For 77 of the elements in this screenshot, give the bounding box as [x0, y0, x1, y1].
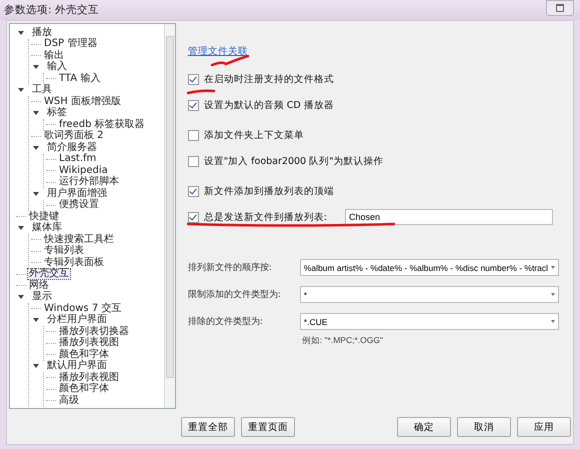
- hint-text: 例如: "*.MPC;*.OGG": [302, 335, 384, 347]
- tree-item[interactable]: 输入: [45, 61, 69, 74]
- tree-item[interactable]: Last.fm: [57, 153, 98, 166]
- tree-item[interactable]: 播放列表视图: [57, 337, 121, 350]
- tree-item[interactable]: 简介服务器: [45, 142, 99, 154]
- checkbox[interactable]: [188, 74, 199, 84]
- tree-item[interactable]: Wikipedia: [57, 164, 110, 177]
- tree-item[interactable]: 标签: [45, 107, 69, 120]
- tree-item[interactable]: 默认用户界面: [45, 360, 109, 372]
- tree-item[interactable]: 播放列表切换器: [57, 326, 131, 338]
- tree-item[interactable]: 工具: [30, 84, 54, 96]
- expander-icon[interactable]: [18, 226, 24, 230]
- checkbox-label[interactable]: 设置"加入 foobar2000 队列"为默认操作: [204, 154, 384, 168]
- expander-icon[interactable]: [33, 146, 39, 150]
- tree-item[interactable]: 显示: [30, 291, 54, 304]
- tree-item[interactable]: 颜色和字体: [57, 383, 111, 396]
- dialog-button[interactable]: 取消: [457, 417, 511, 437]
- tree-item[interactable]: 用户界面增强: [45, 188, 109, 200]
- window-title: 参数选项: 外壳交互: [4, 3, 99, 17]
- tree-item[interactable]: 高级: [57, 394, 81, 407]
- expander-icon[interactable]: [18, 30, 24, 35]
- field-label: 排除的文件类型为:: [188, 316, 264, 328]
- checkbox-label[interactable]: 新文件添加到播放列表的顶端: [204, 184, 334, 198]
- tree-item[interactable]: 播放列表视图: [57, 372, 121, 384]
- file-association-link[interactable]: 管理文件关联: [188, 45, 248, 58]
- dialog-button[interactable]: 应用: [517, 417, 571, 437]
- maximize-button[interactable]: [546, 0, 574, 16]
- scrollbar[interactable]: [164, 24, 175, 408]
- tree-item[interactable]: 播放: [30, 26, 54, 39]
- dialog-button[interactable]: 重置全部: [181, 417, 235, 437]
- tree-item[interactable]: 运行外部脚本: [57, 176, 121, 188]
- dialog-button[interactable]: 重置页面: [241, 417, 295, 437]
- tree-item[interactable]: WSH 面板增强版: [42, 96, 123, 108]
- tree-item[interactable]: 快速搜索工具栏: [42, 234, 116, 246]
- tree-item[interactable]: 颜色和字体: [57, 348, 111, 361]
- checkbox[interactable]: [188, 156, 199, 166]
- tree-item[interactable]: 分栏用户界面: [45, 314, 109, 326]
- expander-icon[interactable]: [33, 192, 39, 196]
- expander-icon[interactable]: [33, 65, 39, 70]
- dropdown[interactable]: %album artist% - %date% - %album% - %disc number% - %tracl: [300, 259, 559, 276]
- expander-icon[interactable]: [33, 111, 39, 116]
- checkbox-label[interactable]: 设置为默认的音频 CD 播放器: [204, 98, 334, 112]
- checkbox[interactable]: [188, 212, 199, 222]
- tree-item[interactable]: 输出: [42, 50, 66, 62]
- checkbox[interactable]: [188, 130, 199, 140]
- tree-item[interactable]: 媒体库: [30, 222, 64, 234]
- tree-item[interactable]: 快捷键: [27, 210, 61, 223]
- annotation-underline: [210, 55, 250, 67]
- dropdown[interactable]: *: [300, 286, 559, 303]
- checkbox[interactable]: [188, 100, 199, 110]
- checkbox[interactable]: [188, 186, 199, 196]
- caret-icon: [551, 266, 555, 269]
- annotation-underline: [186, 89, 216, 95]
- tree-item[interactable]: Windows 7 交互: [42, 302, 124, 315]
- checkbox-label[interactable]: 添加文件夹上下文菜单: [204, 128, 304, 142]
- tree-item[interactable]: 外壳交互: [27, 268, 71, 280]
- expander-icon[interactable]: [18, 295, 24, 300]
- expander-icon[interactable]: [18, 88, 24, 92]
- dialog-button[interactable]: 确定: [397, 417, 451, 437]
- field-label: 限制添加的文件类型为:: [188, 288, 282, 301]
- tree-item[interactable]: DSP 管理器: [42, 38, 100, 50]
- tree-item[interactable]: 网络: [27, 280, 51, 292]
- tree-item[interactable]: TTA 输入: [57, 72, 102, 85]
- tree-item[interactable]: freedb 标签获取器: [57, 118, 147, 131]
- expander-icon[interactable]: [33, 318, 39, 322]
- caret-icon: [551, 320, 555, 323]
- expander-icon[interactable]: [33, 364, 39, 368]
- tree-item[interactable]: 便携设置: [57, 199, 101, 212]
- checkbox-label[interactable]: 总是发送新文件到播放列表:: [204, 210, 327, 224]
- field-label: 排列新文件的顺序按:: [188, 262, 273, 274]
- tree-item[interactable]: 专辑列表: [42, 245, 86, 258]
- checkbox-label[interactable]: 在启动时注册支持的文件格式: [204, 72, 334, 86]
- dropdown[interactable]: *.CUE: [300, 313, 559, 330]
- caret-icon: [551, 293, 555, 296]
- tree-item[interactable]: 专辑列表面板: [42, 256, 106, 269]
- playlist-name-field[interactable]: Chosen: [344, 209, 553, 225]
- tree-item[interactable]: 歌词秀面板 2: [42, 130, 106, 142]
